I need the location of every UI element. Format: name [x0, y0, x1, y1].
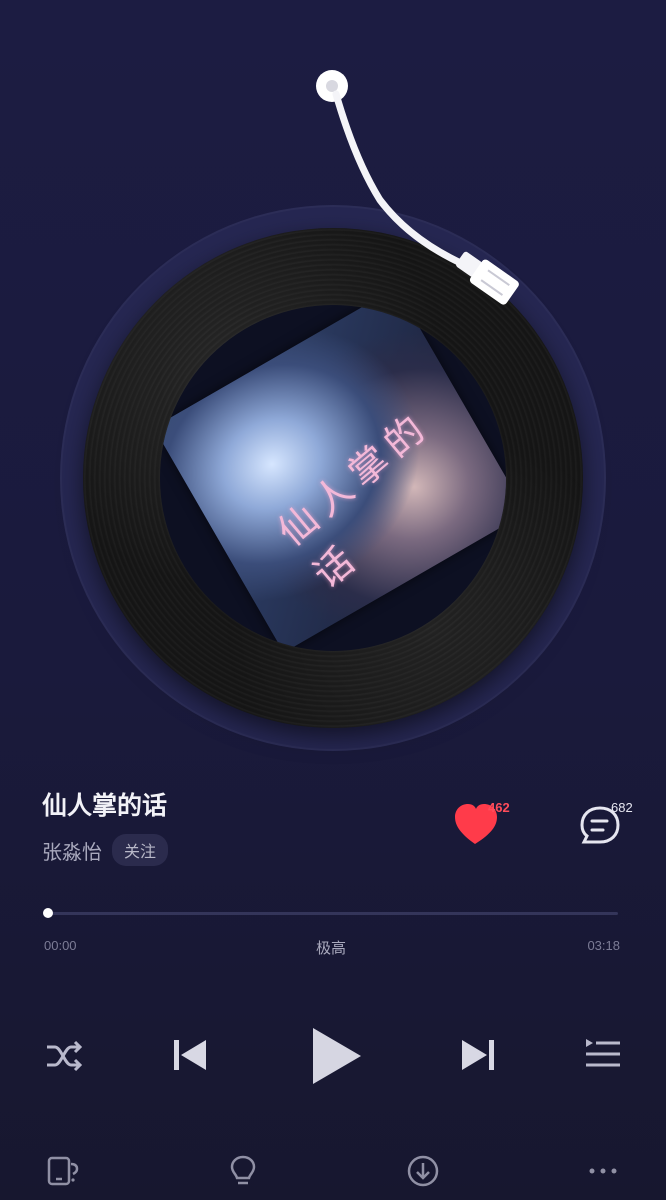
progress-bar[interactable] [48, 912, 618, 915]
follow-button[interactable]: 关注 [112, 834, 169, 866]
artist-row: 张淼怡 关注 [42, 834, 169, 866]
comment-count: 682 [611, 800, 633, 815]
like-count: 462 [488, 800, 510, 815]
more-icon[interactable] [586, 1154, 620, 1188]
playlist-icon[interactable] [583, 1036, 623, 1076]
device-icon[interactable] [46, 1154, 80, 1188]
total-time: 03:18 [587, 938, 620, 953]
lightbulb-icon[interactable] [226, 1154, 260, 1188]
album-cover-text: 仙人掌的话 [269, 402, 439, 597]
turntable: 仙人掌的话 [0, 0, 666, 760]
album-cover-art: 仙人掌的话 [160, 305, 506, 651]
tonearm-icon [316, 70, 519, 305]
artist-name[interactable]: 张淼怡 [42, 836, 102, 865]
next-icon[interactable] [458, 1035, 498, 1075]
play-icon[interactable] [305, 1024, 365, 1088]
song-title: 仙人掌的话 [42, 792, 168, 820]
previous-icon[interactable] [170, 1035, 210, 1075]
current-time: 00:00 [44, 938, 77, 953]
download-icon[interactable] [406, 1154, 440, 1188]
shuffle-icon[interactable] [44, 1036, 84, 1076]
progress-handle[interactable] [43, 908, 53, 918]
quality-selector[interactable]: 极高 [316, 937, 346, 958]
album-cover[interactable]: 仙人掌的话 [160, 305, 506, 651]
